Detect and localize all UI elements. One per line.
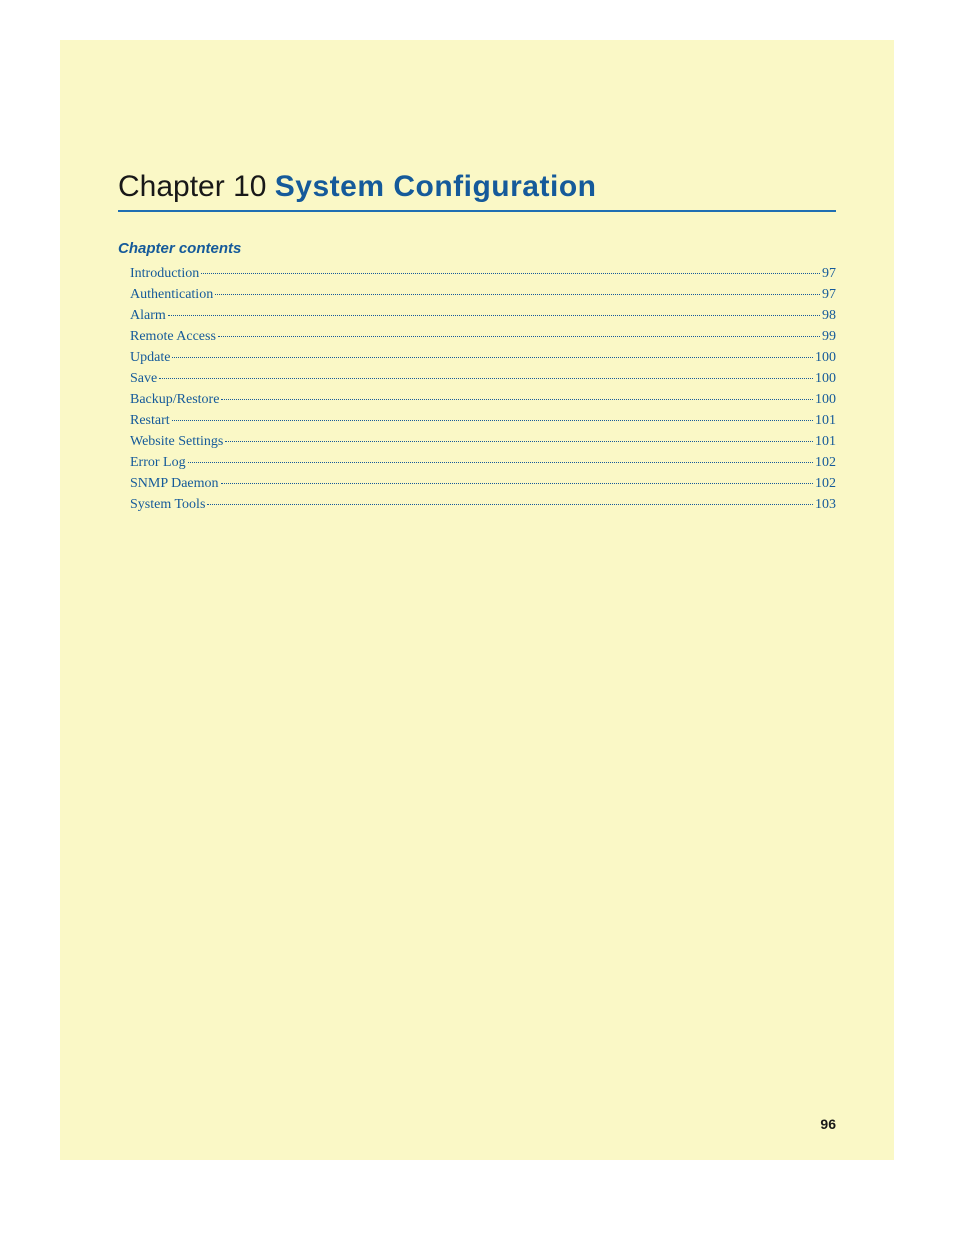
toc-row: Update 100 (130, 347, 836, 368)
toc-link-save[interactable]: Save (130, 368, 157, 389)
toc-leader (221, 483, 813, 484)
toc-leader (225, 441, 813, 442)
table-of-contents: Introduction 97 Authentication 97 Alarm … (130, 263, 836, 515)
toc-link-remote-access[interactable]: Remote Access (130, 326, 216, 347)
toc-leader (201, 273, 820, 274)
toc-page[interactable]: 101 (815, 410, 836, 431)
toc-link-error-log[interactable]: Error Log (130, 452, 186, 473)
toc-link-snmp-daemon[interactable]: SNMP Daemon (130, 473, 219, 494)
toc-row: Introduction 97 (130, 263, 836, 284)
toc-leader (159, 378, 813, 379)
toc-leader (221, 399, 813, 400)
toc-page[interactable]: 101 (815, 431, 836, 452)
toc-link-restart[interactable]: Restart (130, 410, 170, 431)
toc-page[interactable]: 97 (822, 263, 836, 284)
toc-leader (172, 420, 813, 421)
toc-row: Save 100 (130, 368, 836, 389)
toc-page[interactable]: 102 (815, 473, 836, 494)
toc-page[interactable]: 97 (822, 284, 836, 305)
chapter-prefix: Chapter 10 (118, 170, 275, 203)
page-number: 96 (820, 1116, 836, 1132)
toc-row: Restart 101 (130, 410, 836, 431)
toc-row: Authentication 97 (130, 284, 836, 305)
toc-leader (218, 336, 820, 337)
toc-page[interactable]: 100 (815, 368, 836, 389)
toc-page[interactable]: 102 (815, 452, 836, 473)
toc-link-introduction[interactable]: Introduction (130, 263, 199, 284)
toc-link-backup-restore[interactable]: Backup/Restore (130, 389, 219, 410)
chapter-title: System Configuration (275, 170, 597, 203)
chapter-heading: Chapter 10 System Configuration (118, 170, 836, 212)
toc-link-system-tools[interactable]: System Tools (130, 494, 205, 515)
toc-page[interactable]: 98 (822, 305, 836, 326)
toc-row: Error Log 102 (130, 452, 836, 473)
toc-link-authentication[interactable]: Authentication (130, 284, 213, 305)
toc-link-update[interactable]: Update (130, 347, 170, 368)
document-page: Chapter 10 System Configuration Chapter … (60, 40, 894, 1160)
toc-leader (172, 357, 813, 358)
toc-leader (207, 504, 813, 505)
toc-leader (215, 294, 820, 295)
toc-link-alarm[interactable]: Alarm (130, 305, 166, 326)
toc-row: Alarm 98 (130, 305, 836, 326)
toc-row: Remote Access 99 (130, 326, 836, 347)
toc-page[interactable]: 103 (815, 494, 836, 515)
toc-leader (188, 462, 813, 463)
toc-row: Website Settings 101 (130, 431, 836, 452)
toc-row: Backup/Restore 100 (130, 389, 836, 410)
toc-page[interactable]: 100 (815, 389, 836, 410)
toc-page[interactable]: 100 (815, 347, 836, 368)
toc-page[interactable]: 99 (822, 326, 836, 347)
toc-leader (168, 315, 820, 316)
toc-row: System Tools 103 (130, 494, 836, 515)
contents-heading: Chapter contents (118, 240, 836, 257)
toc-link-website-settings[interactable]: Website Settings (130, 431, 223, 452)
toc-row: SNMP Daemon 102 (130, 473, 836, 494)
